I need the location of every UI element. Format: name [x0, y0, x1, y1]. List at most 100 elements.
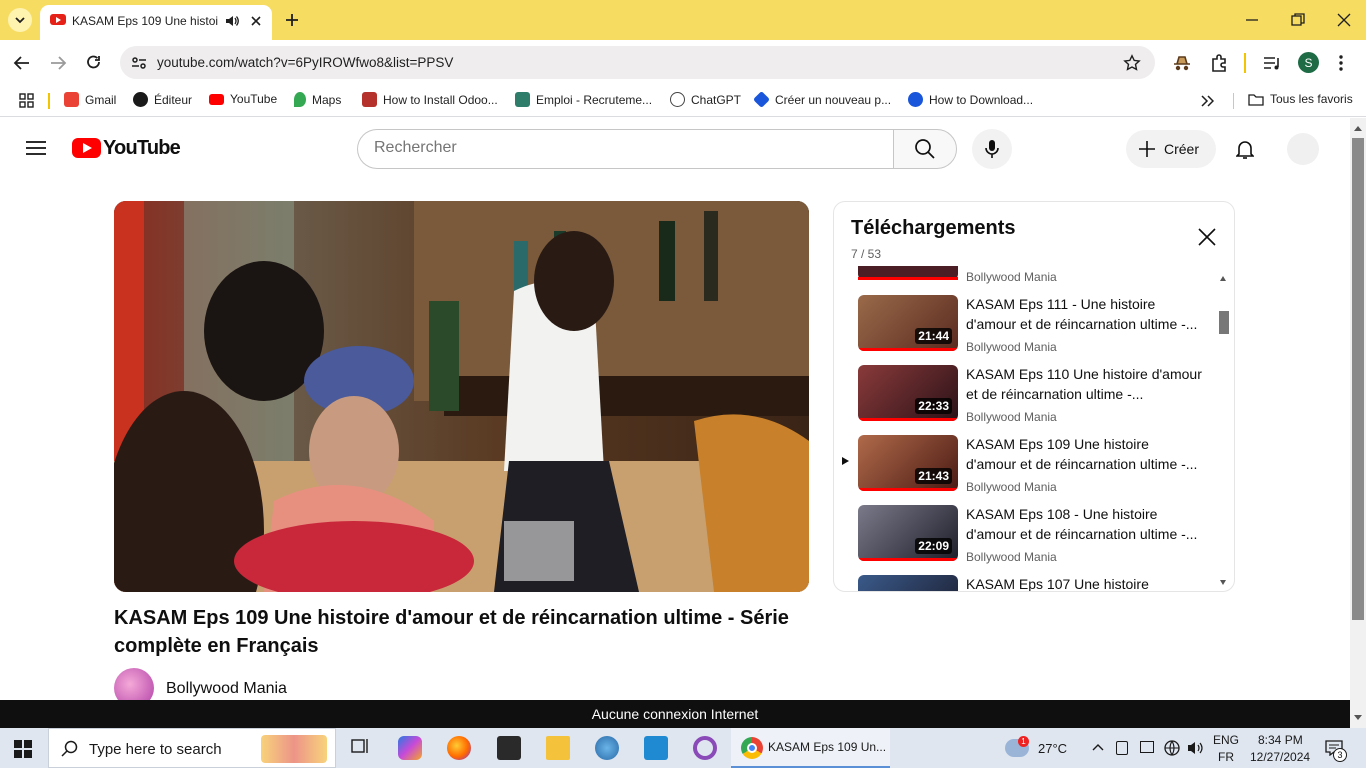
bookmark-star-icon[interactable] [1123, 54, 1141, 72]
close-playlist-icon[interactable] [1197, 227, 1217, 247]
playlist-position: 7 / 53 [851, 247, 882, 261]
video-player[interactable] [114, 201, 809, 592]
hamburger-menu-icon[interactable] [26, 140, 46, 156]
app-circle-icon[interactable] [693, 736, 717, 760]
item-title[interactable]: KASAM Eps 110 Une histoire d'amour et de… [966, 364, 1202, 404]
notifications-bell-icon[interactable] [1236, 139, 1254, 160]
bookmark-youtube[interactable]: YouTube [209, 92, 277, 106]
file-explorer-icon[interactable] [546, 736, 570, 760]
forward-arrow-icon[interactable] [49, 54, 67, 72]
youtube-favicon-icon [50, 14, 66, 25]
bookmark-gmail[interactable]: Gmail [64, 92, 116, 107]
playlist-item[interactable]: KASAM Eps 107 Une histoire [834, 574, 1214, 591]
calendar-app-icon[interactable] [497, 736, 521, 760]
language-top[interactable]: ENG [1213, 733, 1239, 747]
item-title[interactable]: KASAM Eps 111 - Une histoire d'amour et … [966, 294, 1202, 334]
search-input[interactable] [374, 139, 854, 157]
apps-grid-icon[interactable] [19, 93, 34, 108]
extensions-puzzle-icon[interactable] [1209, 53, 1229, 73]
address-bar[interactable]: youtube.com/watch?v=6PyIROWfwo8&list=PPS… [120, 46, 1155, 79]
microphone-icon [985, 140, 999, 158]
copilot-icon[interactable] [398, 736, 422, 760]
profile-avatar[interactable]: S [1298, 52, 1319, 73]
browser-tab-active[interactable]: KASAM Eps 109 Une histoire d'amour [40, 5, 272, 40]
usb-device-icon[interactable] [1116, 741, 1128, 755]
youtube-logo-text[interactable]: YouTube [103, 137, 181, 160]
bookmark-chatgpt[interactable]: ChatGPT [670, 92, 741, 107]
playlist-item[interactable]: 21:44 KASAM Eps 111 - Une histoire d'amo… [834, 295, 1214, 365]
app-icon[interactable] [595, 736, 619, 760]
playlist-item[interactable]: 22:09 KASAM Eps 108 - Une histoire d'amo… [834, 505, 1214, 575]
reload-icon[interactable] [85, 54, 103, 72]
speaker-icon[interactable] [224, 13, 240, 29]
back-arrow-icon[interactable] [13, 54, 31, 72]
network-icon[interactable] [1140, 741, 1154, 753]
watched-progress-bar [858, 418, 958, 421]
restore-icon[interactable] [1290, 11, 1306, 29]
scrollbar-thumb[interactable] [1219, 311, 1229, 334]
taskbar-search[interactable]: Type here to search [48, 728, 336, 768]
partial-thumbnail[interactable] [858, 266, 958, 280]
account-avatar[interactable] [1287, 133, 1319, 165]
item-title[interactable]: KASAM Eps 109 Une histoire d'amour et de… [966, 434, 1202, 474]
language-bottom[interactable]: FR [1218, 750, 1234, 764]
scroll-up-arrow-icon[interactable] [1220, 276, 1226, 281]
globe-icon[interactable] [1163, 739, 1181, 757]
bookmark-odoo[interactable]: How to Install Odoo... [362, 92, 498, 107]
video-thumbnail[interactable]: 21:43 [858, 435, 958, 491]
bookmark-creer[interactable]: Créer un nouveau p... [753, 91, 892, 108]
chatgpt-icon [670, 92, 685, 107]
weather-temperature[interactable]: 27°C [1038, 741, 1067, 756]
duration-badge: 21:43 [915, 468, 952, 484]
video-thumbnail[interactable]: 22:09 [858, 505, 958, 561]
bookmark-editeur[interactable]: Éditeur [133, 92, 192, 107]
bookmark-label: Créer un nouveau p... [775, 92, 892, 107]
item-title[interactable]: KASAM Eps 107 Une histoire [966, 574, 1202, 591]
site-settings-icon[interactable] [130, 54, 148, 72]
bookmark-how-to-download[interactable]: How to Download... [908, 92, 1033, 107]
bookmark-emploi[interactable]: Emploi - Recruteme... [515, 92, 652, 107]
page-scroll-down-icon[interactable] [1354, 715, 1362, 720]
more-bookmarks-chevron-icon[interactable] [1201, 95, 1214, 107]
playlist-title[interactable]: Téléchargements [851, 217, 1016, 240]
firefox-icon[interactable] [447, 736, 471, 760]
incognito-hat-icon[interactable] [1172, 54, 1192, 72]
minimize-icon[interactable] [1244, 11, 1260, 29]
vscode-icon[interactable] [644, 736, 668, 760]
voice-search-button[interactable] [972, 129, 1012, 169]
video-thumbnail[interactable] [858, 575, 958, 591]
scroll-down-arrow-icon[interactable] [1220, 580, 1226, 585]
new-tab-icon[interactable] [283, 11, 301, 29]
clock-time[interactable]: 8:34 PM [1258, 733, 1303, 747]
channel-name[interactable]: Bollywood Mania [166, 680, 287, 698]
playlist-item[interactable]: 22:33 KASAM Eps 110 Une histoire d'amour… [834, 365, 1214, 435]
video-thumbnail[interactable]: 22:33 [858, 365, 958, 421]
page-scroll-up-icon[interactable] [1354, 126, 1362, 131]
bookmarks-divider [48, 93, 50, 109]
close-tab-icon[interactable] [248, 13, 264, 29]
taskbar-chrome-window[interactable]: KASAM Eps 109 Un... [731, 728, 890, 768]
windows-start-icon[interactable] [14, 740, 32, 758]
media-control-icon[interactable] [1262, 54, 1282, 72]
search-box[interactable] [357, 129, 894, 169]
youtube-logo-icon[interactable] [72, 138, 101, 158]
create-button[interactable]: Créer [1126, 130, 1216, 168]
all-bookmarks-folder[interactable]: Tous les favoris [1248, 92, 1353, 106]
task-view-icon[interactable] [350, 736, 374, 760]
search-button[interactable] [893, 129, 957, 169]
playlist-scrollbar[interactable] [1219, 276, 1229, 585]
page-scrollbar-thumb[interactable] [1352, 138, 1364, 620]
tab-search-button[interactable] [8, 8, 32, 32]
tray-expand-chevron-icon[interactable] [1092, 742, 1104, 752]
more-vertical-icon[interactable] [1338, 54, 1344, 72]
volume-icon[interactable] [1187, 740, 1205, 756]
window-close-icon[interactable] [1336, 11, 1352, 29]
item-title[interactable]: KASAM Eps 108 - Une histoire d'amour et … [966, 504, 1202, 544]
video-thumbnail[interactable]: 21:44 [858, 295, 958, 351]
maps-pin-icon [294, 92, 306, 107]
bookmark-maps[interactable]: Maps [294, 92, 341, 107]
playlist-item-current[interactable]: 21:43 KASAM Eps 109 Une histoire d'amour… [834, 435, 1214, 505]
weather-badge: 1 [1018, 736, 1029, 747]
page-scrollbar[interactable] [1350, 118, 1366, 728]
clock-date[interactable]: 12/27/2024 [1250, 750, 1310, 764]
